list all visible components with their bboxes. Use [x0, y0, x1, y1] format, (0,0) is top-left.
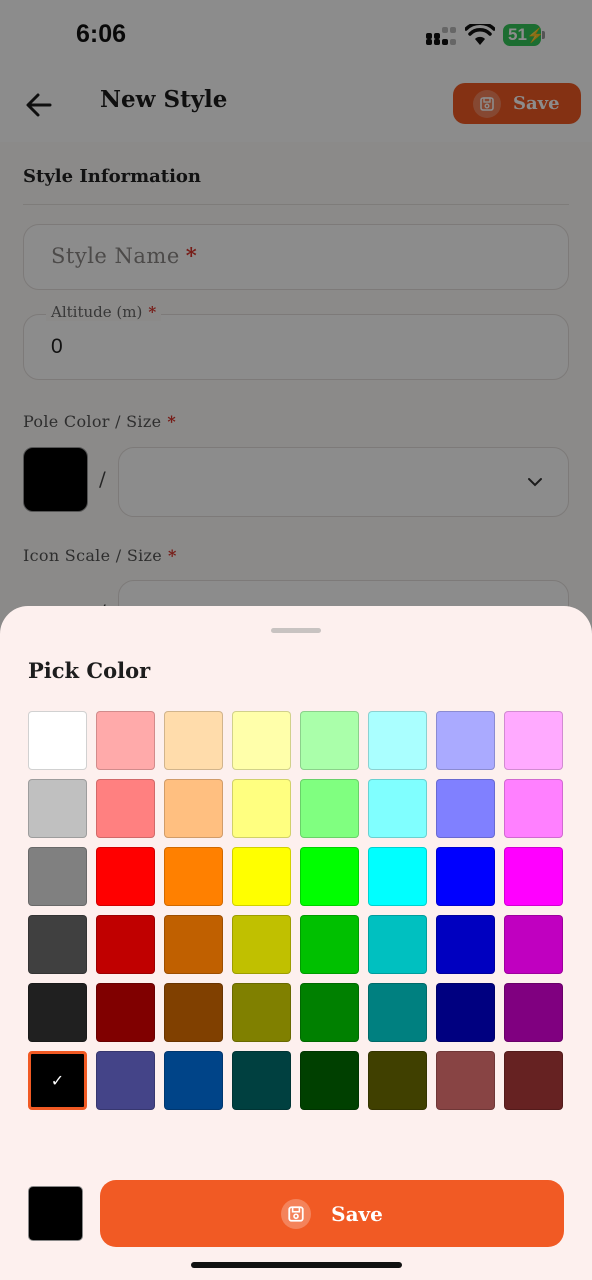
- color-swatch[interactable]: [232, 983, 291, 1042]
- color-swatch[interactable]: [368, 915, 427, 974]
- color-swatch[interactable]: [96, 1051, 155, 1110]
- color-swatch[interactable]: [232, 847, 291, 906]
- color-swatch[interactable]: [436, 779, 495, 838]
- color-swatch[interactable]: [28, 711, 87, 770]
- sheet-title: Pick Color: [28, 658, 151, 683]
- color-swatch[interactable]: [300, 711, 359, 770]
- color-swatch[interactable]: [96, 847, 155, 906]
- color-swatch[interactable]: ✓: [28, 1051, 87, 1110]
- color-swatch[interactable]: [164, 779, 223, 838]
- color-swatch[interactable]: [232, 779, 291, 838]
- color-swatch[interactable]: [436, 915, 495, 974]
- color-swatch[interactable]: [28, 779, 87, 838]
- color-swatch[interactable]: [300, 847, 359, 906]
- color-swatch[interactable]: [368, 983, 427, 1042]
- color-swatch[interactable]: [232, 915, 291, 974]
- color-swatch[interactable]: [300, 983, 359, 1042]
- color-swatch[interactable]: [96, 983, 155, 1042]
- color-swatch[interactable]: [96, 779, 155, 838]
- color-swatch[interactable]: [504, 915, 563, 974]
- sheet-save-label: Save: [331, 1201, 383, 1226]
- color-swatch[interactable]: [368, 711, 427, 770]
- selected-color-preview: [28, 1186, 83, 1241]
- color-swatch[interactable]: [164, 983, 223, 1042]
- color-swatch[interactable]: [436, 983, 495, 1042]
- color-grid: ✓: [28, 711, 564, 1110]
- color-swatch[interactable]: [300, 1051, 359, 1110]
- save-disk-icon: [281, 1198, 312, 1229]
- color-swatch[interactable]: [28, 915, 87, 974]
- color-swatch[interactable]: [164, 711, 223, 770]
- color-swatch[interactable]: [164, 915, 223, 974]
- color-swatch[interactable]: [368, 1051, 427, 1110]
- checkmark-icon: ✓: [50, 1071, 65, 1090]
- color-swatch[interactable]: [96, 711, 155, 770]
- color-swatch[interactable]: [368, 847, 427, 906]
- color-swatch[interactable]: [504, 779, 563, 838]
- color-swatch[interactable]: [164, 1051, 223, 1110]
- color-swatch[interactable]: [436, 1051, 495, 1110]
- color-picker-sheet: Pick Color ✓ Save: [0, 606, 592, 1280]
- color-swatch[interactable]: [28, 983, 87, 1042]
- color-swatch[interactable]: [232, 1051, 291, 1110]
- color-swatch[interactable]: [232, 711, 291, 770]
- color-swatch[interactable]: [164, 847, 223, 906]
- sheet-drag-handle[interactable]: [271, 628, 321, 633]
- color-swatch[interactable]: [368, 779, 427, 838]
- color-swatch[interactable]: [436, 847, 495, 906]
- color-swatch[interactable]: [28, 847, 87, 906]
- color-swatch[interactable]: [504, 847, 563, 906]
- color-swatch[interactable]: [300, 779, 359, 838]
- sheet-save-button[interactable]: Save: [100, 1180, 564, 1247]
- color-swatch[interactable]: [504, 1051, 563, 1110]
- color-swatch[interactable]: [300, 915, 359, 974]
- home-indicator: [191, 1262, 402, 1268]
- color-swatch[interactable]: [96, 915, 155, 974]
- color-swatch[interactable]: [436, 711, 495, 770]
- color-swatch[interactable]: [504, 983, 563, 1042]
- color-swatch[interactable]: [504, 711, 563, 770]
